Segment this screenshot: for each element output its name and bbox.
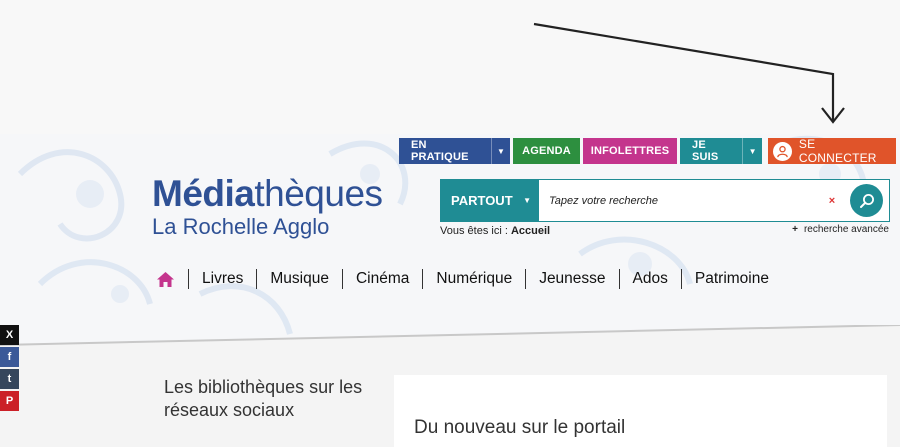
logo-title-rest: thèques <box>254 173 383 214</box>
search-scope-select[interactable]: PARTOUT ▼ <box>441 180 539 221</box>
search-scope-label: PARTOUT <box>451 193 513 208</box>
x-share-icon[interactable]: X <box>0 325 19 345</box>
search-input[interactable] <box>539 180 822 221</box>
user-icon <box>773 141 792 161</box>
logo-subtitle: La Rochelle Agglo <box>152 214 330 239</box>
chevron-down-icon: ▼ <box>523 196 531 205</box>
search-icon <box>859 193 874 208</box>
menu-item-cinema[interactable]: Cinéma <box>341 269 422 289</box>
breadcrumb: Vous êtes ici : Accueil <box>440 225 550 237</box>
breadcrumb-prefix: Vous êtes ici : <box>440 225 508 237</box>
share-bar: X f t P <box>0 325 19 413</box>
advanced-search-link[interactable]: + recherche avancée <box>792 224 889 235</box>
chevron-down-icon: ▼ <box>491 138 510 164</box>
tumblr-share-icon[interactable]: t <box>0 369 19 389</box>
infolettres-button[interactable]: INFOLETTRES <box>583 138 677 164</box>
news-panel-title: Du nouveau sur le portail <box>414 417 626 438</box>
menu-item-patrimoine[interactable]: Patrimoine <box>680 269 782 289</box>
news-panel: Du nouveau sur le portail <box>394 375 887 447</box>
infolettres-label: INFOLETTRES <box>590 145 670 157</box>
en-pratique-button[interactable]: EN PRATIQUE ▼ <box>399 138 510 164</box>
en-pratique-label: EN PRATIQUE <box>411 139 469 163</box>
plus-icon: + <box>792 224 798 235</box>
top-whitespace <box>0 0 900 134</box>
pinterest-share-icon[interactable]: P <box>0 391 19 411</box>
menu-item-jeunesse[interactable]: Jeunesse <box>525 269 618 289</box>
home-icon[interactable] <box>156 270 176 288</box>
menu-item-numerique[interactable]: Numérique <box>422 269 525 289</box>
menu-item-ados[interactable]: Ados <box>618 269 681 289</box>
chevron-down-icon: ▼ <box>742 138 762 164</box>
se-connecter-button[interactable]: SE CONNECTER <box>768 137 896 165</box>
facebook-share-icon[interactable]: f <box>0 347 19 367</box>
site-header: EN PRATIQUE ▼ AGENDA INFOLETTRES JE SUIS… <box>0 134 900 346</box>
agenda-label: AGENDA <box>522 145 571 157</box>
je-suis-label: JE SUIS <box>692 139 719 163</box>
je-suis-button[interactable]: JE SUIS ▼ <box>680 138 762 164</box>
logo-title: Médiathèques <box>152 174 383 214</box>
header-divider <box>0 325 900 355</box>
advanced-search-label: recherche avancée <box>803 224 889 235</box>
se-connecter-label: SE CONNECTER <box>798 137 877 165</box>
floral-background <box>17 135 868 335</box>
logo-title-bold: Média <box>152 173 255 214</box>
agenda-button[interactable]: AGENDA <box>513 138 580 164</box>
top-navigation: EN PRATIQUE ▼ AGENDA INFOLETTRES JE SUIS… <box>399 137 896 165</box>
search-button[interactable] <box>850 184 883 217</box>
social-networks-heading: Les bibliothèques sur les réseaux sociau… <box>164 377 363 420</box>
search-bar: PARTOUT ▼ × <box>440 179 890 222</box>
main-menu: Livres Musique Cinéma Numérique Jeunesse… <box>156 268 782 290</box>
clear-search-icon[interactable]: × <box>822 195 842 207</box>
menu-item-livres[interactable]: Livres <box>188 269 256 289</box>
breadcrumb-current[interactable]: Accueil <box>511 225 550 237</box>
menu-item-musique[interactable]: Musique <box>256 269 342 289</box>
site-logo[interactable]: Médiathèques La Rochelle Agglo <box>152 174 383 240</box>
